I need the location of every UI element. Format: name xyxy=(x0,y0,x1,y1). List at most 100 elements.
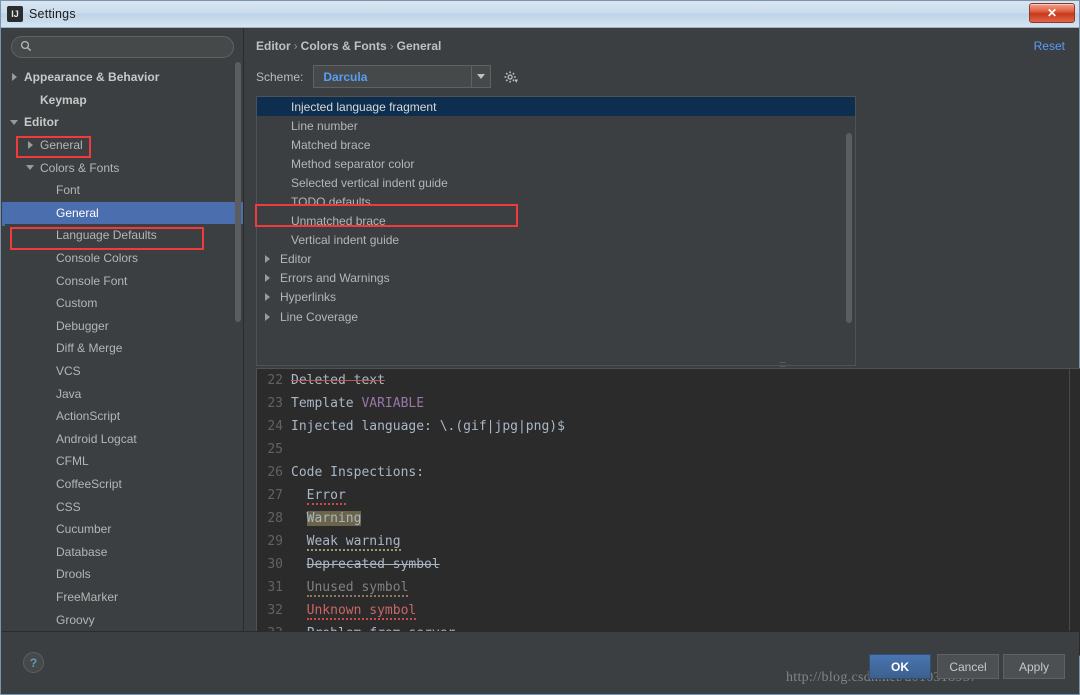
attribute-row[interactable]: Line Coverage xyxy=(257,307,855,326)
sidebar-item-language-defaults[interactable]: Language Defaults xyxy=(2,224,243,247)
title-bar: IJ Settings ✕ xyxy=(1,1,1079,28)
sidebar-item-label: Database xyxy=(56,544,108,559)
attribute-row[interactable]: Vertical indent guide xyxy=(257,231,855,250)
breadcrumb: Editor › Colors & Fonts › General xyxy=(256,39,441,53)
chevron-right-icon[interactable] xyxy=(263,292,274,303)
attribute-row[interactable]: Matched brace xyxy=(257,135,855,154)
attribute-row[interactable]: Hyperlinks xyxy=(257,288,855,307)
sidebar-item-cucumber[interactable]: Cucumber xyxy=(2,518,243,541)
sidebar-item-diff-merge[interactable]: Diff & Merge xyxy=(2,337,243,360)
attribute-row[interactable]: Unmatched brace xyxy=(257,212,855,231)
window-title: Settings xyxy=(29,7,76,21)
code-text: Weak warning xyxy=(291,534,401,551)
chevron-right-icon[interactable] xyxy=(10,72,21,83)
settings-sidebar: Appearance & Behavior Keymap Editor General… xyxy=(2,28,244,632)
attribute-row[interactable]: TODO defaults xyxy=(257,192,855,211)
sidebar-item-label: FreeMarker xyxy=(56,589,119,604)
search-input[interactable] xyxy=(37,40,225,54)
code-line: 32 Unknown symbol xyxy=(257,599,1080,622)
sidebar-item-cfml[interactable]: CFML xyxy=(2,450,243,473)
breadcrumb-separator: › xyxy=(389,39,394,53)
breadcrumb-item[interactable]: Editor xyxy=(256,39,291,53)
attribute-row[interactable]: Errors and Warnings xyxy=(257,269,855,288)
search-container xyxy=(2,28,243,62)
close-icon[interactable]: ✕ xyxy=(1029,3,1075,23)
attribute-row[interactable]: Injected language fragment xyxy=(257,97,855,117)
sidebar-item-console-colors[interactable]: Console Colors xyxy=(2,247,243,270)
sidebar-item-keymap[interactable]: Keymap xyxy=(2,89,243,112)
sidebar-item-java[interactable]: Java xyxy=(2,382,243,405)
search-box[interactable] xyxy=(11,36,234,58)
code-token: Unused symbol xyxy=(306,580,409,597)
gear-icon[interactable]: ▾ xyxy=(501,67,521,87)
attribute-label: Matched brace xyxy=(291,137,371,152)
chevron-down-icon[interactable] xyxy=(10,117,21,128)
code-token: Deprecated symbol xyxy=(306,557,440,572)
sidebar-item-drools[interactable]: Drools xyxy=(2,563,243,586)
sidebar-item-vcs[interactable]: VCS xyxy=(2,360,243,383)
attribute-label: Hyperlinks xyxy=(280,290,337,305)
sidebar-item-custom[interactable]: Custom xyxy=(2,292,243,315)
attribute-row[interactable]: Editor xyxy=(257,250,855,269)
sidebar-item-console-font[interactable]: Console Font xyxy=(2,269,243,292)
sidebar-item-appearance-behavior[interactable]: Appearance & Behavior xyxy=(2,66,243,89)
reset-link[interactable]: Reset xyxy=(1034,39,1065,53)
scheme-dropdown[interactable]: Darcula xyxy=(313,65,492,88)
code-text: Deprecated symbol xyxy=(291,557,440,572)
color-attributes-list[interactable]: Injected language fragment Line number Mat… xyxy=(256,96,856,366)
sidebar-item-general[interactable]: General xyxy=(2,134,243,157)
chevron-right-icon[interactable] xyxy=(263,254,274,265)
sidebar-item-debugger[interactable]: Debugger xyxy=(2,315,243,338)
settings-dialog: IJ Settings ✕ Appearance & Behavior Keyma… xyxy=(0,0,1080,695)
line-number: 30 xyxy=(267,557,283,572)
breadcrumb-item[interactable]: General xyxy=(397,39,442,53)
sidebar-item-colors-fonts[interactable]: Colors & Fonts xyxy=(2,156,243,179)
help-icon[interactable]: ? xyxy=(23,652,44,673)
cancel-button[interactable]: Cancel xyxy=(937,654,999,679)
attribute-row[interactable]: Method separator color xyxy=(257,154,855,173)
attribute-label: Editor xyxy=(280,252,312,267)
code-text: Warning xyxy=(291,511,362,526)
sidebar-item-font[interactable]: Font xyxy=(2,179,243,202)
chevron-down-icon[interactable] xyxy=(471,66,490,87)
sidebar-item-actionscript[interactable]: ActionScript xyxy=(2,405,243,428)
sidebar-scrollbar[interactable] xyxy=(235,62,241,322)
chevron-right-icon[interactable] xyxy=(263,273,274,284)
ok-button[interactable]: OK xyxy=(869,654,931,679)
code-token: Weak warning xyxy=(306,534,401,551)
attribute-row[interactable]: Selected vertical indent guide xyxy=(257,173,855,192)
chevron-right-icon[interactable] xyxy=(263,311,274,322)
code-token: Code Inspections: xyxy=(291,465,425,480)
attribute-row[interactable]: Line number xyxy=(257,116,855,135)
attributes-scrollbar[interactable] xyxy=(846,133,852,323)
scheme-row: Scheme: Darcula ▾ xyxy=(256,65,521,88)
code-line: 23 Template VARIABLE xyxy=(257,392,1080,415)
sidebar-item-database[interactable]: Database xyxy=(2,540,243,563)
sidebar-item-editor[interactable]: Editor xyxy=(2,111,243,134)
code-token: Deleted text xyxy=(291,373,385,388)
chevron-right-icon[interactable] xyxy=(26,140,37,151)
sidebar-item-label: Debugger xyxy=(56,318,109,333)
sidebar-item-android-logcat[interactable]: Android Logcat xyxy=(2,428,243,451)
settings-main-panel: Editor › Colors & Fonts › General Reset Sche… xyxy=(244,28,1080,656)
apply-button[interactable]: Apply xyxy=(1003,654,1065,679)
sidebar-item-freemarker[interactable]: FreeMarker xyxy=(2,586,243,609)
breadcrumb-item[interactable]: Colors & Fonts xyxy=(301,39,387,53)
sidebar-item-groovy[interactable]: Groovy xyxy=(2,608,243,631)
line-number: 22 xyxy=(267,373,283,388)
sidebar-item-coffeescript[interactable]: CoffeeScript xyxy=(2,473,243,496)
color-scheme-preview[interactable]: 22 Deleted text 23 Template VARIABLE 24 Injec… xyxy=(256,368,1080,656)
sidebar-item-label: Cucumber xyxy=(56,522,112,537)
sidebar-item-label: Android Logcat xyxy=(56,431,137,446)
sidebar-item-general[interactable]: General xyxy=(2,201,243,225)
attribute-label: Vertical indent guide xyxy=(291,233,400,248)
chevron-down-icon[interactable] xyxy=(26,162,37,173)
sidebar-item-css[interactable]: CSS xyxy=(2,495,243,518)
code-text: Unknown symbol xyxy=(291,603,417,620)
